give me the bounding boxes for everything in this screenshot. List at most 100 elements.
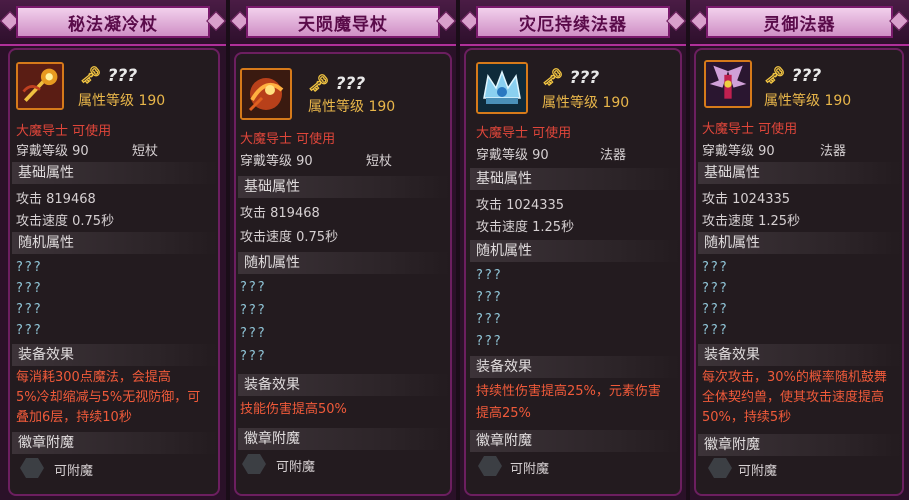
random-attr: ??? <box>16 260 43 275</box>
effect-line: 持续性伤害提高25%，元素伤害 <box>476 384 661 399</box>
attr-level: 属性等级 190 <box>542 95 630 111</box>
wings-item-icon[interactable] <box>704 60 752 108</box>
random-attr: ??? <box>702 302 729 317</box>
weapon-type: 短杖 <box>366 154 393 169</box>
medal-text: 可附魔 <box>738 464 778 479</box>
base-attr-header: 基础属性 <box>470 168 680 190</box>
random-attr-header: 随机属性 <box>12 232 218 254</box>
item-name: 🗝??? <box>764 66 822 86</box>
item-title: 秘法凝冷杖 <box>16 6 210 38</box>
orb-item-icon[interactable] <box>240 68 292 120</box>
random-attr: ??? <box>16 281 43 296</box>
item-name: 🗝??? <box>542 68 600 88</box>
random-attr: ??? <box>702 281 729 296</box>
item-card-4: 灵御法器 🗝??? 属性等级 190 大魔导士 可使用 穿戴等级 90 法器 基… <box>690 0 909 500</box>
usable-class: 大魔导士 可使用 <box>702 122 798 137</box>
wear-level: 穿戴等级 90 <box>476 148 549 163</box>
usable-class: 大魔导士 可使用 <box>240 132 336 147</box>
medal-slot-icon[interactable] <box>478 456 502 476</box>
medal-header: 徽章附魔 <box>12 432 218 454</box>
effect-line: 5%冷却缩减与5%无视防御，可 <box>16 390 201 405</box>
key-icon: 🗝 <box>542 68 564 88</box>
key-icon: 🗝 <box>764 66 786 86</box>
crown-item-icon[interactable] <box>476 62 528 114</box>
medal-text: 可附魔 <box>276 460 316 475</box>
medal-text: 可附魔 <box>510 462 550 477</box>
medal-slot-icon[interactable] <box>708 458 732 478</box>
attr-level: 属性等级 190 <box>78 93 166 109</box>
item-panel: 🗝??? 属性等级 190 大魔导士 可使用 穿戴等级 90 法器 基础属性 攻… <box>694 48 904 496</box>
attr-level: 属性等级 190 <box>764 93 852 109</box>
random-attr-header: 随机属性 <box>470 240 680 262</box>
random-attr: ??? <box>702 323 729 338</box>
attack-speed: 攻击速度 0.75秒 <box>16 214 115 229</box>
weapon-type: 法器 <box>820 144 847 159</box>
card-header: 天陨魔导杖 <box>230 0 456 46</box>
item-name: 🗝??? <box>308 74 366 94</box>
effect-line: 技能伤害提高50% <box>240 402 347 417</box>
random-attr: ??? <box>16 302 43 317</box>
wear-level: 穿戴等级 90 <box>702 144 775 159</box>
medal-text: 可附魔 <box>54 464 94 479</box>
medal-header: 徽章附魔 <box>470 430 680 452</box>
random-attr: ??? <box>240 303 267 318</box>
key-icon: 🗝 <box>308 74 330 94</box>
medal-header: 徽章附魔 <box>698 434 902 456</box>
item-title: 灵御法器 <box>706 6 893 38</box>
wear-level: 穿戴等级 90 <box>240 154 313 169</box>
random-attr-header: 随机属性 <box>238 252 450 274</box>
item-title: 天陨魔导杖 <box>246 6 440 38</box>
base-attr-header: 基础属性 <box>698 162 902 184</box>
random-attr: ??? <box>476 312 503 327</box>
item-panel: 🗝??? 属性等级 190 大魔导士 可使用 穿戴等级 90 短杖 基础属性 攻… <box>234 52 452 496</box>
medal-header: 徽章附魔 <box>238 428 450 450</box>
effect-header: 装备效果 <box>12 344 218 366</box>
random-attr: ??? <box>476 268 503 283</box>
random-attr: ??? <box>476 334 503 349</box>
random-attr: ??? <box>240 280 267 295</box>
item-panel: 🗝??? 属性等级 190 大魔导士 可使用 穿戴等级 90 短杖 基础属性 攻… <box>8 48 220 496</box>
effect-header: 装备效果 <box>470 356 680 378</box>
effect-line: 全体契约兽，使其攻击速度提高 <box>702 390 885 405</box>
effect-header: 装备效果 <box>238 374 450 396</box>
item-panel: 🗝??? 属性等级 190 大魔导士 可使用 穿戴等级 90 法器 基础属性 攻… <box>464 48 682 496</box>
item-title: 灾厄持续法器 <box>476 6 670 38</box>
base-attr-header: 基础属性 <box>238 176 450 198</box>
attack-value: 攻击 1024335 <box>702 192 791 207</box>
random-attr: ??? <box>240 326 267 341</box>
item-card-1: 秘法凝冷杖 🗝??? 属性等级 190 大魔导士 可使用 穿戴等级 90 短杖 … <box>0 0 226 500</box>
staff-item-icon[interactable] <box>16 62 64 110</box>
item-name: 🗝??? <box>80 66 138 86</box>
card-header: 灾厄持续法器 <box>460 0 686 46</box>
item-card-2: 天陨魔导杖 🗝??? 属性等级 190 大魔导士 可使用 穿戴等级 90 短杖 … <box>230 0 456 500</box>
attack-speed: 攻击速度 0.75秒 <box>240 230 339 245</box>
base-attr-header: 基础属性 <box>12 162 218 184</box>
medal-slot-icon[interactable] <box>20 458 44 478</box>
item-card-3: 灾厄持续法器 🗝??? 属性等级 190 大魔导士 可使用 穿戴等级 90 法器… <box>460 0 686 500</box>
effect-line: 每次攻击，30%的概率随机鼓舞 <box>702 370 887 385</box>
attack-speed: 攻击速度 1.25秒 <box>476 220 575 235</box>
effect-line: 每消耗300点魔法，会提高 <box>16 370 171 385</box>
random-attr-header: 随机属性 <box>698 232 902 254</box>
usable-class: 大魔导士 可使用 <box>16 124 112 139</box>
attack-value: 攻击 1024335 <box>476 198 565 213</box>
medal-slot-icon[interactable] <box>242 454 266 474</box>
weapon-type: 短杖 <box>132 144 159 159</box>
random-attr: ??? <box>476 290 503 305</box>
weapon-type: 法器 <box>600 148 627 163</box>
random-attr: ??? <box>16 323 43 338</box>
usable-class: 大魔导士 可使用 <box>476 126 572 141</box>
attack-value: 攻击 819468 <box>240 206 320 221</box>
card-header: 秘法凝冷杖 <box>0 0 226 46</box>
effect-header: 装备效果 <box>698 344 902 366</box>
card-header: 灵御法器 <box>690 0 909 46</box>
random-attr: ??? <box>240 349 267 364</box>
effect-line: 提高25% <box>476 406 531 421</box>
attack-speed: 攻击速度 1.25秒 <box>702 214 801 229</box>
effect-line: 叠加6层，持续10秒 <box>16 410 132 425</box>
random-attr: ??? <box>702 260 729 275</box>
attr-level: 属性等级 190 <box>308 99 396 115</box>
key-icon: 🗝 <box>80 66 102 86</box>
attack-value: 攻击 819468 <box>16 192 96 207</box>
effect-line: 50%，持续5秒 <box>702 410 792 425</box>
